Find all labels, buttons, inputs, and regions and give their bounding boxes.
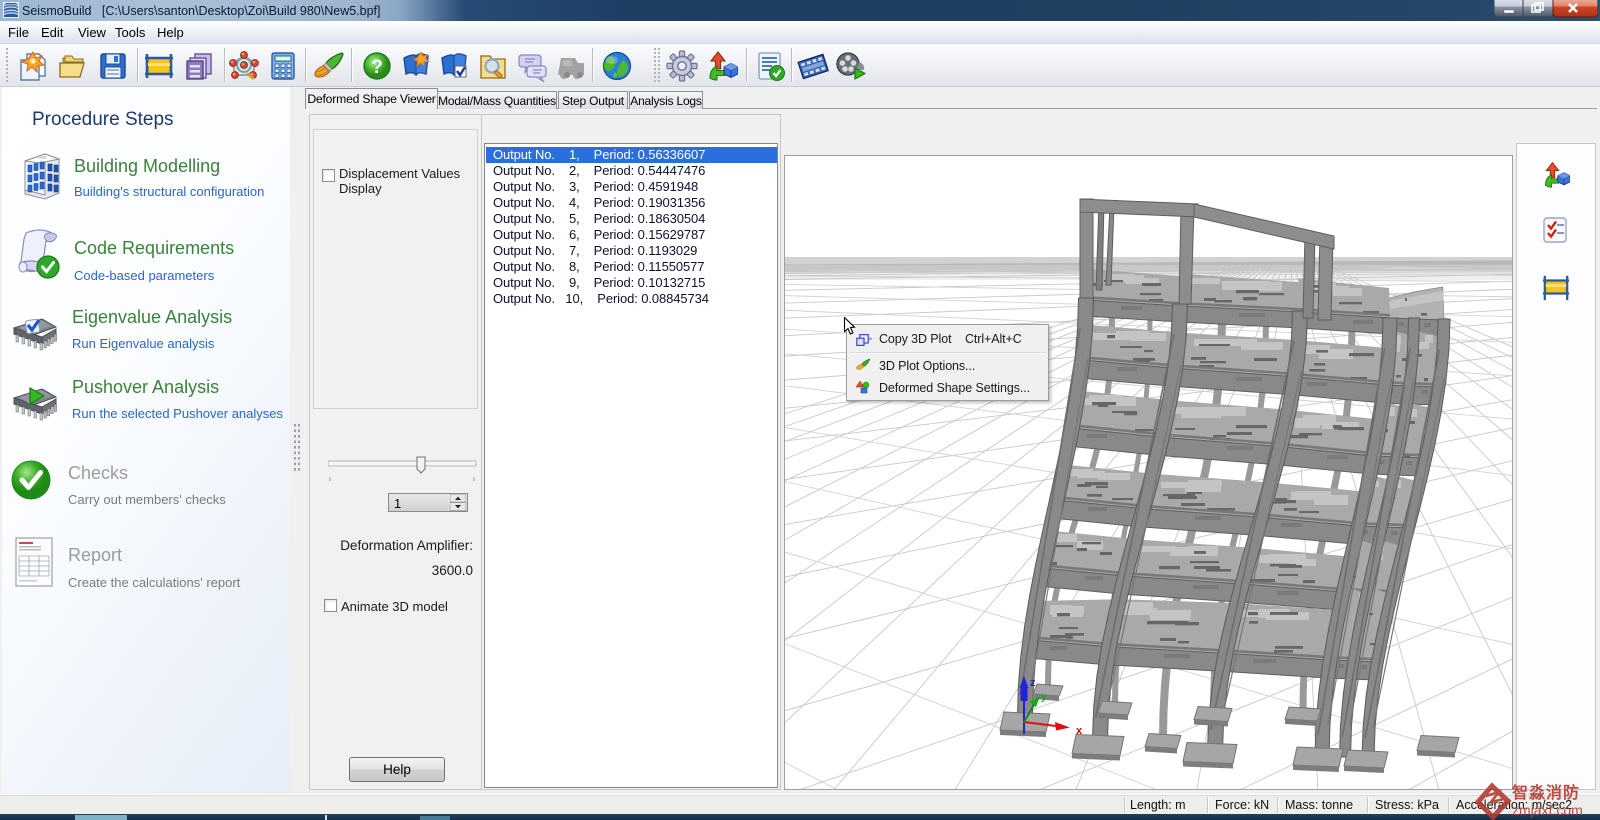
svg-text:智淼消防: 智淼消防 xyxy=(1512,783,1580,802)
svg-text:z: z xyxy=(1030,677,1036,689)
svg-text:?: ? xyxy=(371,57,383,78)
svg-text:x: x xyxy=(1076,725,1083,737)
svg-text:y: y xyxy=(1041,692,1047,703)
svg-text:zmjaxf.com: zmjaxf.com xyxy=(1512,802,1583,818)
